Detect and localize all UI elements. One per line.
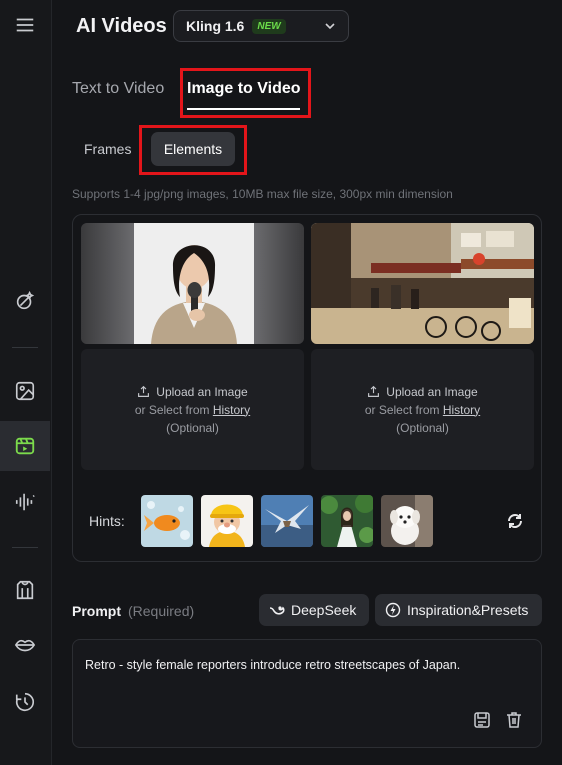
select-prefix: or Select from [364, 402, 443, 417]
white-puppy-image [381, 495, 433, 547]
hint-thumb-woman-in-forest[interactable] [321, 495, 373, 547]
prompt-textarea[interactable]: Retro - style female reporters introduce… [72, 639, 542, 748]
hint-thumb-eagle[interactable] [261, 495, 313, 547]
model-select[interactable]: Kling 1.6 NEW [173, 10, 349, 42]
sidebar [0, 0, 52, 765]
upload-slot-1[interactable]: Upload an Image or Select from History (… [81, 349, 304, 470]
upload-prompt: Upload an Image [367, 384, 478, 399]
street-photo [311, 223, 534, 344]
hint-thumb-goldfish[interactable] [141, 495, 193, 547]
select-prefix: or Select from [134, 402, 213, 417]
subtab-frames[interactable]: Frames [72, 132, 143, 166]
main-panel: AI Videos Kling 1.6 NEW Text to Video Im… [52, 0, 562, 765]
prompt-text: Retro - style female reporters introduce… [85, 658, 461, 672]
chevron-down-icon [325, 23, 335, 30]
lips-icon[interactable] [0, 620, 50, 670]
new-badge: NEW [252, 18, 286, 34]
trash-icon[interactable] [505, 711, 523, 729]
history-link[interactable]: History [213, 403, 250, 417]
lightning-icon [385, 602, 401, 618]
inspiration-label: Inspiration&Presets [407, 602, 529, 618]
highlight-box [180, 68, 311, 118]
upload-icon [138, 385, 150, 397]
sidebar-divider [12, 547, 38, 548]
history-icon[interactable] [0, 677, 50, 727]
eagle-image [261, 495, 313, 547]
upload-label: Upload an Image [156, 384, 248, 399]
upload-slot-2[interactable]: Upload an Image or Select from History (… [311, 349, 534, 470]
upload-prompt: Upload an Image [137, 384, 248, 399]
elements-panel: Upload an Image or Select from History (… [72, 214, 542, 562]
magic-wand-icon[interactable] [0, 276, 50, 326]
cartoon-worker-image [201, 495, 253, 547]
save-icon[interactable] [473, 711, 491, 729]
optional-label: (Optional) [396, 420, 449, 435]
element-image-reporter[interactable] [81, 223, 304, 344]
reporter-photo [81, 223, 304, 344]
prompt-label: Prompt [72, 603, 121, 619]
sidebar-divider [12, 347, 38, 348]
optional-label: (Optional) [166, 420, 219, 435]
deepseek-label: DeepSeek [291, 602, 357, 618]
refresh-icon[interactable] [505, 511, 525, 531]
hint-thumb-white-puppy[interactable] [381, 495, 433, 547]
inspiration-presets-button[interactable]: Inspiration&Presets [375, 594, 542, 626]
woman-forest-image [321, 495, 373, 547]
hint-thumb-cartoon-worker[interactable] [201, 495, 253, 547]
audio-wave-icon[interactable] [0, 477, 50, 527]
upload-requirements: Supports 1-4 jpg/png images, 10MB max fi… [72, 187, 453, 201]
page-title: AI Videos [76, 15, 167, 37]
hints-label: Hints: [89, 513, 125, 529]
deepseek-icon [269, 606, 285, 615]
tab-text-to-video[interactable]: Text to Video [72, 80, 164, 98]
select-from-history: or Select from History [135, 403, 250, 417]
model-name: Kling 1.6 [186, 18, 245, 34]
history-link[interactable]: History [443, 403, 480, 417]
image-icon[interactable] [0, 366, 50, 416]
menu-icon[interactable] [0, 0, 50, 50]
upload-icon [368, 385, 380, 397]
element-image-street[interactable] [311, 223, 534, 344]
upload-label: Upload an Image [386, 384, 478, 399]
goldfish-image [141, 495, 193, 547]
deepseek-button[interactable]: DeepSeek [259, 594, 369, 626]
highlight-box [139, 125, 247, 175]
video-icon[interactable] [0, 421, 50, 471]
shirt-icon[interactable] [0, 565, 50, 615]
select-from-history: or Select from History [365, 403, 480, 417]
prompt-required-label: (Required) [128, 603, 195, 619]
